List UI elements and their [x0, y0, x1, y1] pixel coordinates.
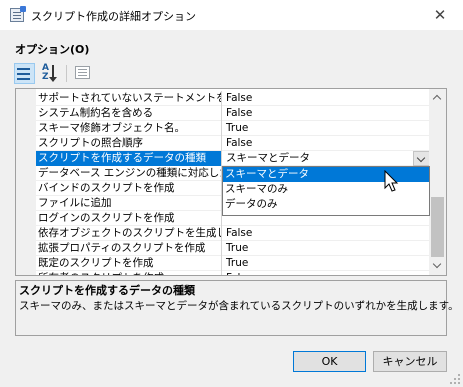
- property-row[interactable]: 依存オブジェクトのスクリプトを生成します False: [36, 226, 430, 241]
- categorized-icon-line: [17, 73, 30, 75]
- property-value[interactable]: True: [223, 241, 430, 256]
- description-text: スキーマのみ、またはスキーマとデータが含まれているスクリプトのいずれかを生成しま…: [19, 300, 459, 312]
- property-name: ファイルに追加: [36, 196, 222, 211]
- grid-gutter: [16, 89, 36, 275]
- property-row[interactable]: システム制約名を含める False: [36, 106, 430, 121]
- property-value[interactable]: False: [223, 91, 430, 106]
- sort-az-icon-z: Z: [42, 72, 49, 82]
- property-name: ログインのスクリプトを作成: [36, 211, 222, 226]
- property-value[interactable]: False: [223, 271, 430, 275]
- property-name: 既定のスクリプトを作成: [36, 256, 222, 271]
- property-name: 所有者のスクリプトを作成: [36, 271, 222, 275]
- categorized-icon: [17, 68, 30, 70]
- title-bar: スクリプト作成の詳細オプション ✕: [0, 0, 463, 30]
- resize-grip-icon[interactable]: [450, 374, 460, 384]
- property-name: データベース エンジンの種類に対応したスクリプト: [36, 166, 222, 181]
- property-name: 拡張プロパティのスクリプトを作成: [36, 241, 222, 256]
- ok-button[interactable]: OK: [293, 351, 366, 372]
- property-value[interactable]: True: [223, 256, 430, 271]
- property-name: システム制約名を含める: [36, 106, 222, 121]
- dropdown-option-data-only[interactable]: データのみ: [223, 197, 429, 212]
- categorized-view-button[interactable]: [14, 63, 35, 84]
- property-name: バインドのスクリプトを作成: [36, 181, 222, 196]
- property-value-text: False: [226, 107, 253, 119]
- description-title: スクリプトを作成するデータの種類: [19, 284, 195, 297]
- property-name: スクリプトの照合順序: [36, 136, 222, 151]
- property-value-text: True: [226, 242, 249, 254]
- grid-vertical-scrollbar[interactable]: [429, 89, 446, 275]
- property-name: スクリプトを作成するデータの種類: [36, 151, 222, 166]
- dropdown-arrow-icon[interactable]: [413, 151, 430, 166]
- property-value-text: False: [226, 137, 253, 149]
- sort-arrow-icon: [49, 65, 57, 82]
- scrollbar-thumb[interactable]: [431, 197, 444, 257]
- scroll-down-icon[interactable]: [429, 258, 446, 275]
- property-value[interactable]: False: [223, 226, 430, 241]
- window-title: スクリプト作成の詳細オプション: [31, 10, 196, 23]
- property-value[interactable]: False: [223, 136, 430, 151]
- property-value-text: True: [226, 257, 249, 269]
- property-row[interactable]: スキーマ修飾オブジェクト名。 True: [36, 121, 430, 136]
- options-section-label: オプション(O): [15, 43, 90, 56]
- description-panel: スクリプトを作成するデータの種類 スキーマのみ、またはスキーマとデータが含まれて…: [15, 280, 459, 336]
- alphabetical-sort-button[interactable]: A Z: [39, 63, 60, 84]
- property-pages-icon: [75, 66, 90, 79]
- dialog-options-icon: [10, 6, 26, 22]
- property-row[interactable]: 拡張プロパティのスクリプトを作成 True: [36, 241, 430, 256]
- property-name: 依存オブジェクトのスクリプトを生成します: [36, 226, 222, 241]
- property-value[interactable]: スキーマとデータ: [223, 151, 430, 166]
- property-pages-button[interactable]: [72, 63, 93, 84]
- property-value[interactable]: False: [223, 106, 430, 121]
- property-value-text: False: [226, 272, 252, 275]
- property-row[interactable]: スクリプトの照合順序 False: [36, 136, 430, 151]
- property-row[interactable]: 所有者のスクリプトを作成 False: [36, 271, 430, 275]
- cancel-button[interactable]: キャンセル: [373, 351, 447, 372]
- property-name: サポートされていないステートメントを含む: [36, 91, 222, 106]
- property-value-text: True: [226, 122, 249, 134]
- property-value[interactable]: True: [223, 121, 430, 136]
- scroll-up-icon[interactable]: [429, 89, 446, 106]
- mouse-pointer-icon: [384, 170, 399, 192]
- property-row[interactable]: スクリプトを作成するデータの種類 スキーマとデータ: [36, 151, 430, 166]
- toolbar-divider: [66, 65, 67, 82]
- property-row[interactable]: 既定のスクリプトを作成 True: [36, 256, 430, 271]
- property-value-text: False: [226, 227, 253, 239]
- property-name: スキーマ修飾オブジェクト名。: [36, 121, 222, 136]
- categorized-icon-line: [17, 78, 30, 80]
- close-button[interactable]: ✕: [417, 0, 463, 30]
- property-value-text: スキーマとデータ: [226, 152, 310, 164]
- property-row[interactable]: サポートされていないステートメントを含む False: [36, 91, 430, 106]
- property-value-text: False: [226, 92, 253, 104]
